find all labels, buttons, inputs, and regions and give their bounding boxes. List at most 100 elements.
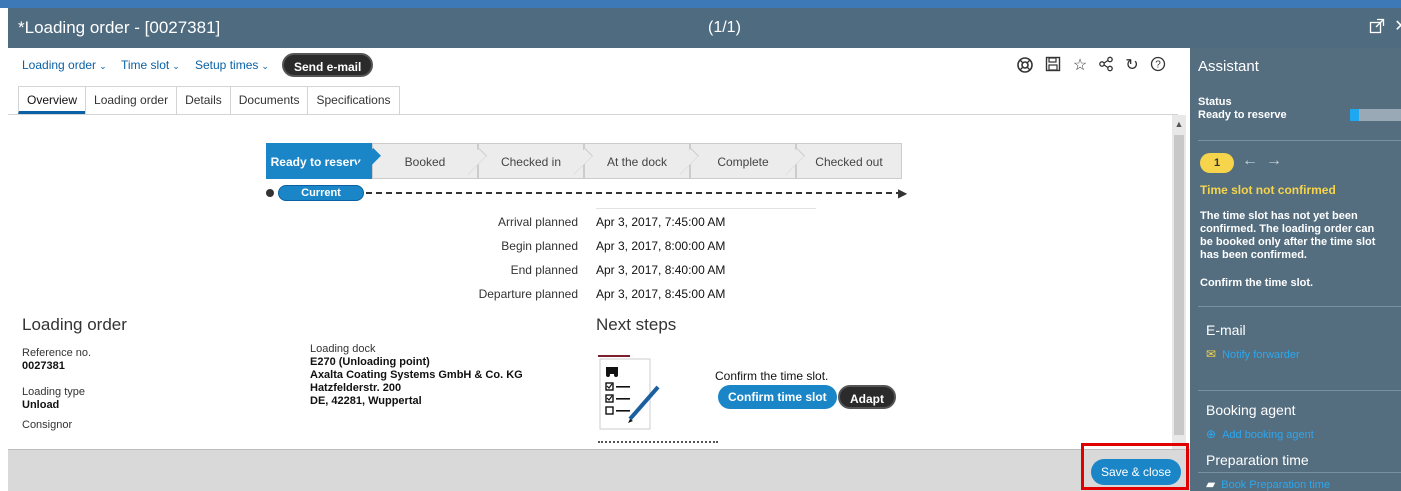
scroll-up-icon[interactable]: ▲: [1172, 119, 1186, 131]
assistant-divider: [1198, 140, 1401, 141]
warning-body: The time slot has not yet been confirmed…: [1200, 210, 1376, 261]
checklist-icon: [596, 353, 668, 435]
step-checked-out: Checked out: [796, 143, 902, 179]
action-text: Confirm the time slot.: [1200, 277, 1314, 289]
schedule-label: Begin planned: [501, 239, 578, 253]
record-counter: (1/1): [708, 19, 741, 36]
reference-label: Reference no.: [22, 347, 92, 359]
clipped-content-edge: [598, 441, 718, 443]
step-badge: 1: [1200, 153, 1234, 173]
highlight-box: [1081, 443, 1189, 490]
send-email-button[interactable]: Send e-mail: [282, 53, 374, 77]
menu-setup-times[interactable]: Setup times ⌄: [195, 58, 269, 72]
loading-dock-line: Axalta Coating Systems GmbH & Co. KG: [310, 369, 523, 381]
schedule-row-arrival: Arrival planned Apr 3, 2017, 7:45:00 AM: [358, 215, 858, 235]
schedule-divider: [596, 208, 816, 209]
next-steps-heading: Next steps: [596, 315, 677, 334]
loading-dock-label: Loading dock: [310, 343, 376, 355]
tab-bar: Overview Loading order Details Documents…: [18, 86, 400, 114]
status-value: Ready to reserve: [1198, 109, 1287, 121]
window-title: *Loading order - [0027381]: [18, 18, 221, 37]
support-icon[interactable]: [1015, 56, 1035, 76]
envelope-icon: ✉: [1206, 347, 1217, 361]
scroll-thumb[interactable]: [1174, 135, 1184, 435]
schedule-label: End planned: [510, 263, 578, 277]
main-panel: Loading order ⌄ Time slot ⌄ Setup times ⌄ S…: [8, 48, 1190, 491]
loading-type-label: Loading type: [22, 386, 85, 398]
window-titlebar: *Loading order - [0027381] (1/1) ✕: [8, 8, 1401, 48]
menu-time-slot[interactable]: Time slot ⌄: [121, 58, 180, 72]
schedule-row-begin: Begin planned Apr 3, 2017, 8:00:00 AM: [358, 239, 858, 259]
schedule-label: Departure planned: [478, 287, 578, 301]
timeline-dashed-line: [366, 192, 902, 194]
status-progress-bar: [1350, 109, 1401, 121]
timeline-arrow-icon: ▶: [898, 186, 908, 200]
menu-loading-order[interactable]: Loading order ⌄: [22, 58, 107, 72]
booking-agent-heading: Booking agent: [1206, 402, 1296, 418]
status-timeline: Current ▶: [266, 185, 916, 201]
step-at-the-dock: At the dock: [584, 143, 690, 179]
email-heading: E-mail: [1206, 322, 1246, 338]
timeline-start-dot: [266, 189, 274, 197]
step-complete: Complete: [690, 143, 796, 179]
assistant-divider: [1198, 472, 1401, 473]
arrow-left-icon[interactable]: ←: [1242, 152, 1258, 170]
tab-documents[interactable]: Documents: [229, 86, 309, 114]
tab-loading-order[interactable]: Loading order: [85, 86, 178, 114]
schedule-label: Arrival planned: [497, 215, 578, 229]
overview-content: Ready to reserve Booked Checked in At th…: [8, 115, 1172, 449]
chevron-down-icon: ⌄: [99, 61, 107, 71]
schedule-value: Apr 3, 2017, 8:00:00 AM: [596, 239, 726, 253]
save-icon[interactable]: [1043, 56, 1063, 76]
schedule-value: Apr 3, 2017, 7:45:00 AM: [596, 215, 726, 229]
share-icon[interactable]: [1096, 56, 1116, 76]
tab-overview[interactable]: Overview: [18, 86, 87, 114]
status-label: Status: [1198, 96, 1232, 108]
assistant-divider: [1198, 306, 1401, 307]
help-icon[interactable]: ?: [1148, 56, 1168, 76]
arrow-right-icon[interactable]: →: [1266, 152, 1282, 170]
step-checked-in: Checked in: [478, 143, 584, 179]
add-booking-agent-link[interactable]: ⊕ Add booking agent: [1206, 427, 1314, 441]
confirm-time-slot-button[interactable]: Confirm time slot: [718, 385, 837, 409]
refresh-icon[interactable]: ↻: [1122, 56, 1142, 76]
footer-bar: Save & close: [8, 449, 1190, 491]
assistant-divider: [1198, 390, 1401, 391]
truck-icon: ▰: [1206, 477, 1216, 491]
reference-value: 0027381: [22, 360, 65, 372]
next-step-text: Confirm the time slot.: [715, 369, 829, 383]
schedule-value: Apr 3, 2017, 8:45:00 AM: [596, 287, 726, 301]
current-badge: Current: [278, 185, 364, 201]
chevron-down-icon: ⌄: [261, 61, 269, 71]
notify-forwarder-link[interactable]: ✉ Notify forwarder: [1206, 347, 1300, 361]
preparation-time-heading: Preparation time: [1206, 452, 1309, 468]
assistant-panel: Assistant Status Ready to reserve 1 ← → …: [1190, 48, 1401, 491]
vertical-scrollbar[interactable]: ▲: [1172, 115, 1186, 449]
consignor-label: Consignor: [22, 419, 73, 431]
status-progress-fill: [1350, 109, 1359, 121]
schedule-row-end: End planned Apr 3, 2017, 8:40:00 AM: [358, 263, 858, 283]
step-booked: Booked: [372, 143, 478, 179]
chevron-down-icon: ⌄: [172, 61, 180, 71]
step-ready-to-reserve: Ready to reserve: [266, 143, 372, 179]
loading-type-value: Unload: [22, 399, 60, 411]
book-preparation-time-link[interactable]: ▰ Book Preparation time: [1206, 477, 1330, 491]
svg-text:?: ?: [1155, 60, 1161, 71]
toolbar: Loading order ⌄ Time slot ⌄ Setup times ⌄ S…: [8, 48, 1190, 84]
warning-title: Time slot not confirmed: [1200, 183, 1336, 197]
schedule-row-departure: Departure planned Apr 3, 2017, 8:45:00 A…: [358, 287, 858, 307]
loading-dock-line: Hatzfelderstr. 200: [310, 382, 402, 394]
tab-specifications[interactable]: Specifications: [307, 86, 400, 114]
adapt-button[interactable]: Adapt: [838, 385, 896, 409]
star-icon[interactable]: ☆: [1070, 56, 1090, 76]
top-accent-strip: [0, 0, 1401, 8]
add-circle-icon: ⊕: [1206, 427, 1217, 441]
loading-dock-line: E270 (Unloading point): [310, 356, 430, 368]
popout-icon[interactable]: [1368, 18, 1386, 36]
schedule-value: Apr 3, 2017, 8:40:00 AM: [596, 263, 726, 277]
loading-order-heading: Loading order: [22, 315, 127, 334]
tab-details[interactable]: Details: [176, 86, 231, 114]
assistant-title: Assistant: [1198, 58, 1259, 75]
close-icon[interactable]: ✕: [1392, 18, 1401, 36]
status-progress-steps: Ready to reserve Booked Checked in At th…: [266, 143, 902, 179]
